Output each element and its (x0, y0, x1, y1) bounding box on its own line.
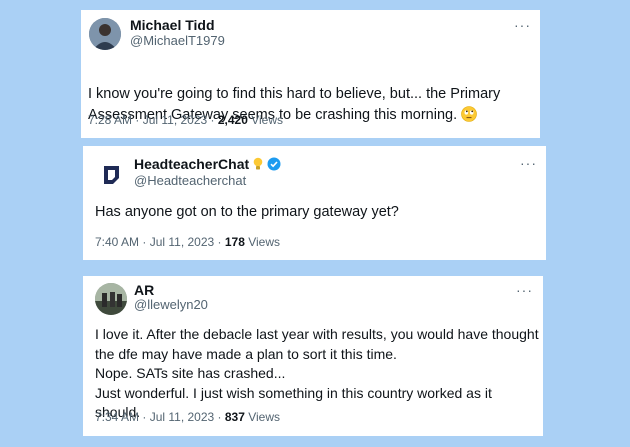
tweet-timestamp[interactable]: 7:34 AM · Jul 11, 2023 · (95, 410, 225, 424)
more-options-icon[interactable]: ··· (520, 156, 537, 170)
views-count: 2,420 (217, 113, 248, 127)
views-label: Views (244, 410, 281, 424)
author-name-text[interactable]: HeadteacherChat (134, 156, 249, 172)
tweet-meta: 7:34 AM · Jul 11, 2023 · 837 Views (95, 410, 280, 424)
tweet-text: I love it. After the debacle last year w… (95, 326, 539, 420)
views-count: 178 (224, 235, 245, 249)
views-count: 837 (224, 410, 245, 424)
tweet-card[interactable]: AR @llewelyn20 ··· I love it. After the … (83, 276, 543, 436)
tweet-card[interactable]: HeadteacherChat @Headteacherchat ··· Has… (83, 146, 546, 260)
tweet-timestamp[interactable]: 7:40 AM · Jul 11, 2023 · (95, 235, 225, 249)
views-label: Views (247, 113, 284, 127)
rolling-eyes-emoji-icon (461, 106, 477, 129)
more-options-icon[interactable]: ··· (514, 18, 531, 32)
tweet-timestamp[interactable]: 7:28 AM · Jul 11, 2023 · (88, 113, 218, 127)
views-label: Views (244, 235, 281, 249)
lightbulb-icon (253, 157, 263, 174)
tweet-card[interactable]: Michael Tidd @MichaelT1979 ··· I know yo… (81, 10, 540, 138)
author-name[interactable]: AR (134, 282, 154, 298)
author-name[interactable]: Michael Tidd (130, 17, 215, 33)
tweet-meta: 7:28 AM · Jul 11, 2023 · 2,420 Views (88, 113, 283, 127)
avatar[interactable] (95, 283, 127, 315)
author-handle[interactable]: @MichaelT1979 (130, 33, 225, 48)
more-options-icon[interactable]: ··· (516, 283, 533, 297)
tweet-text: Has anyone got on to the primary gateway… (95, 204, 399, 220)
avatar[interactable] (95, 158, 127, 190)
author-handle[interactable]: @llewelyn20 (134, 297, 208, 312)
author-handle[interactable]: @Headteacherchat (134, 173, 246, 188)
tweet-meta: 7:40 AM · Jul 11, 2023 · 178 Views (95, 235, 280, 249)
verified-badge-icon (267, 157, 281, 174)
author-name[interactable]: HeadteacherChat (134, 156, 281, 174)
avatar[interactable] (89, 18, 121, 50)
